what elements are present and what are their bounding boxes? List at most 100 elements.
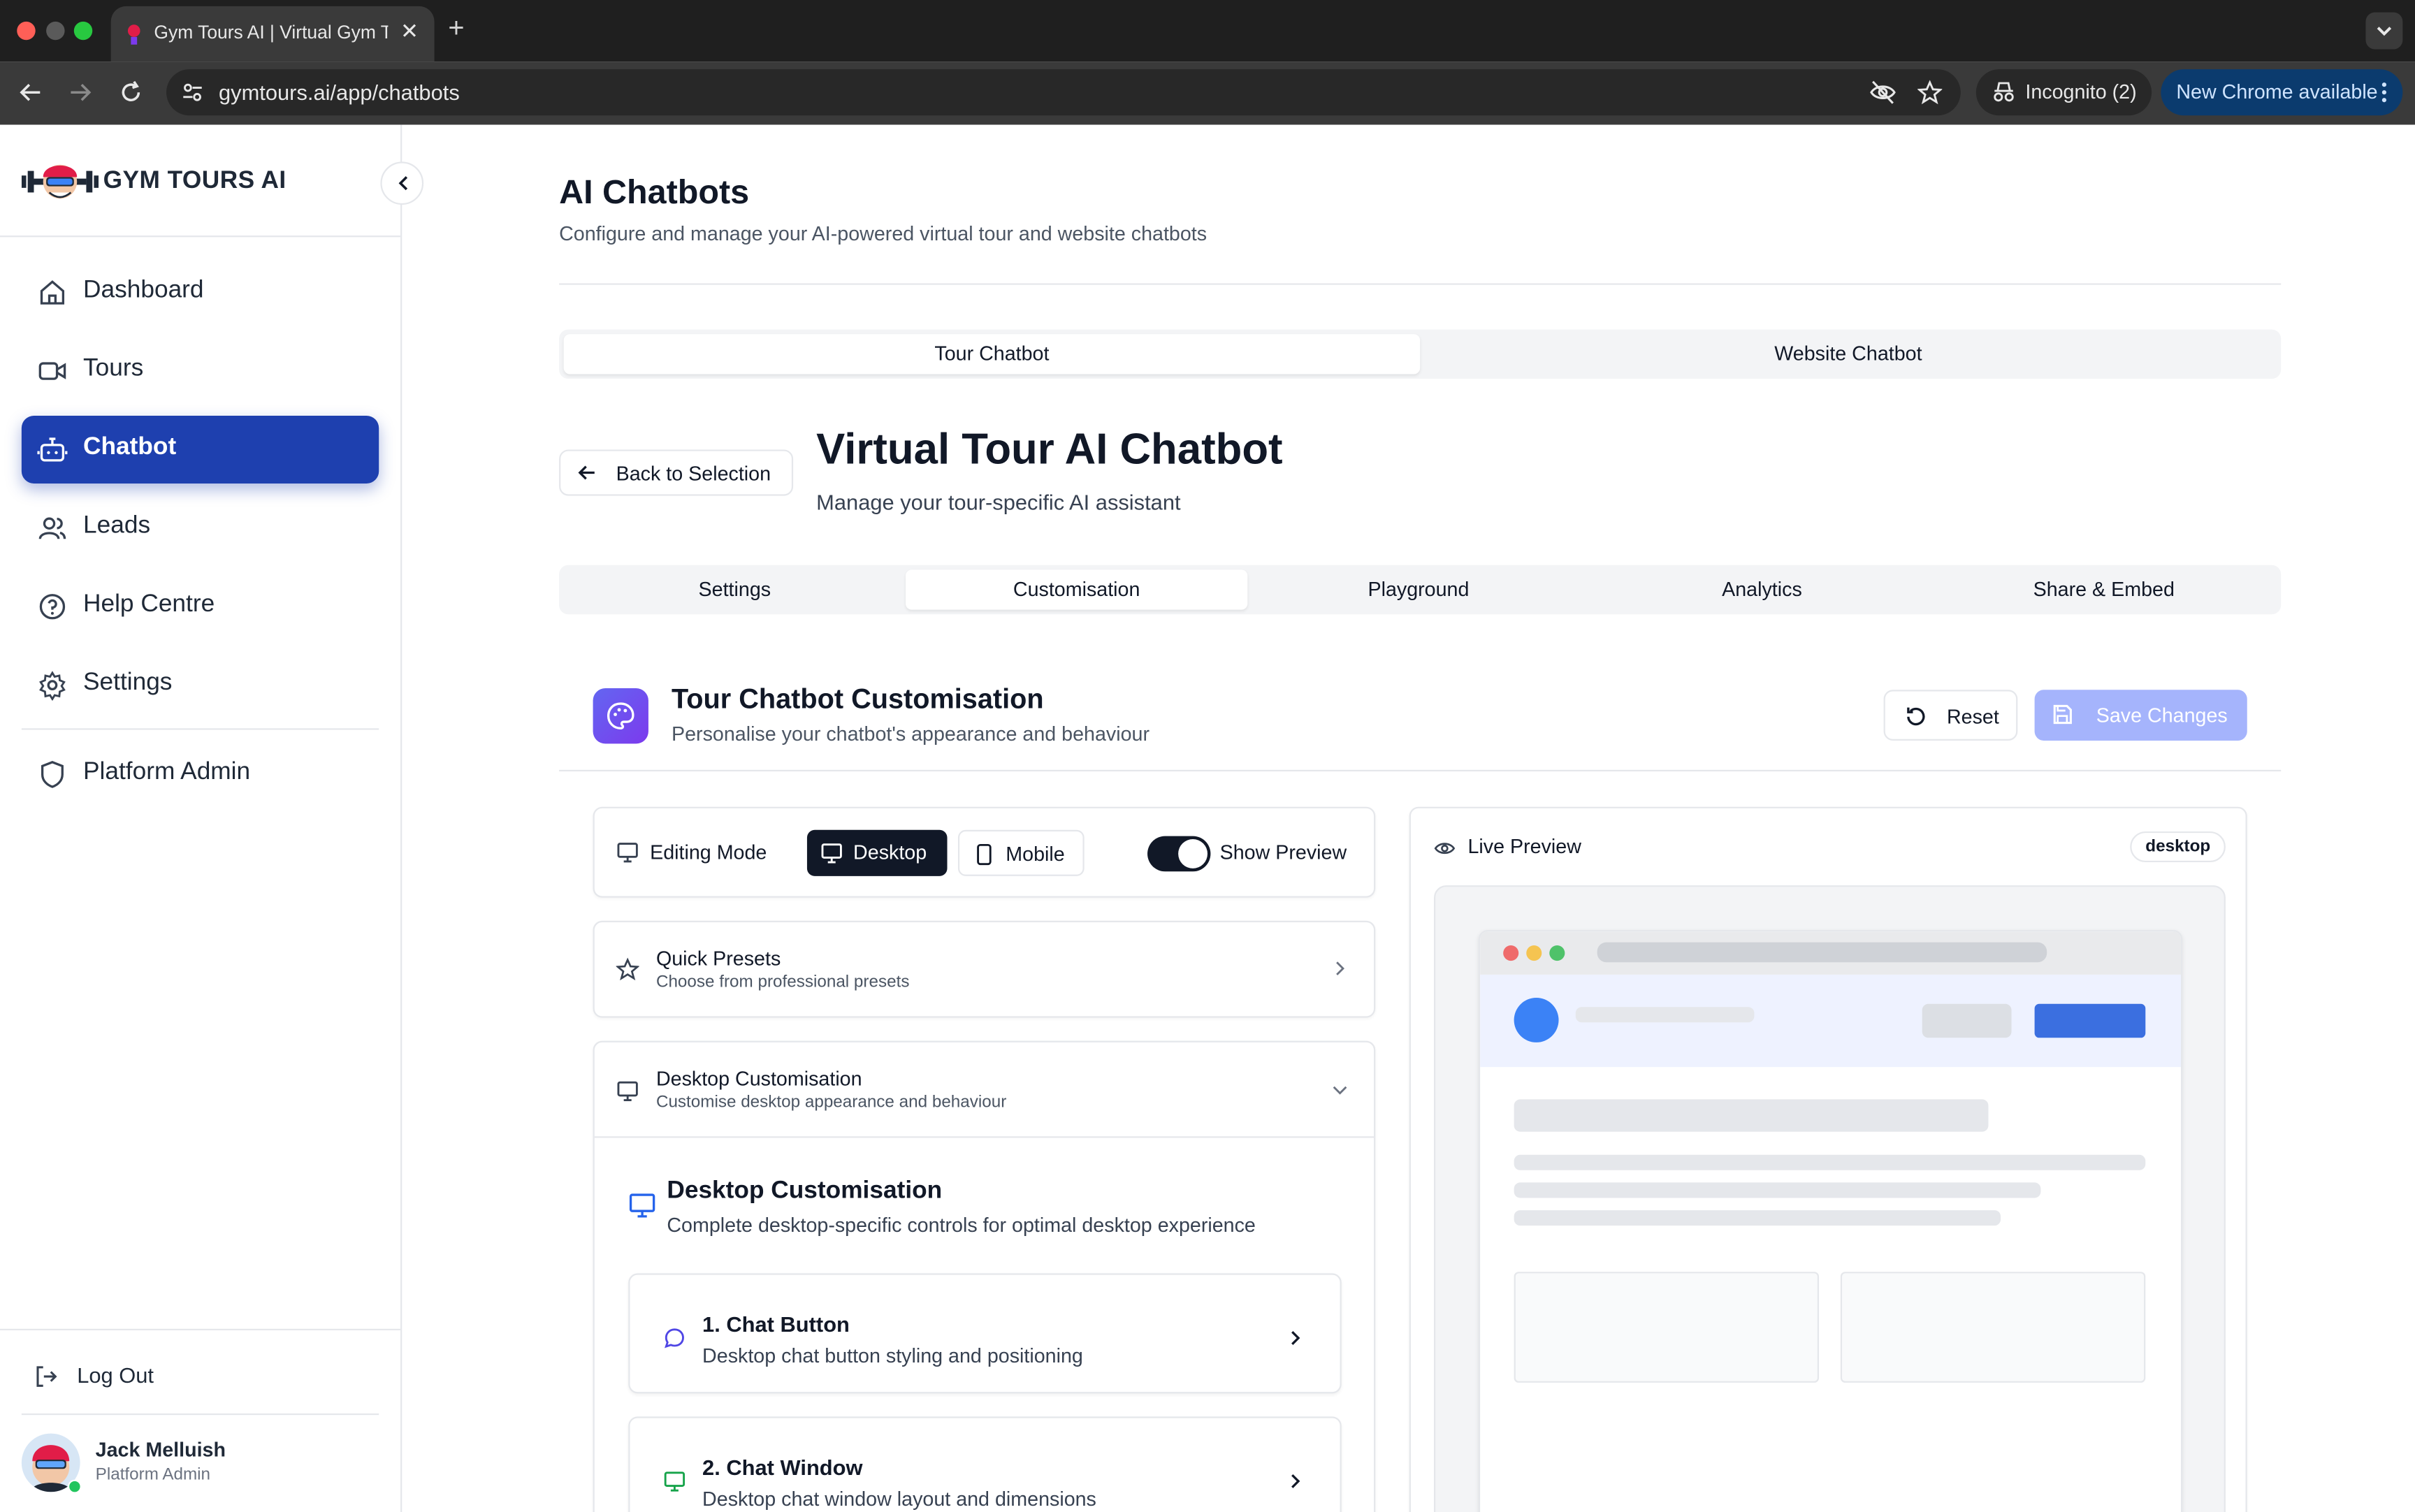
sidebar-item-label: Tours xyxy=(83,356,144,382)
editing-mode-card: Editing Mode Desktop Mobile Show Preview xyxy=(593,806,1376,898)
log-out-icon xyxy=(36,1366,57,1387)
tab-tour-chatbot[interactable]: Tour Chatbot xyxy=(563,334,1421,375)
show-preview-label: Show Preview xyxy=(1219,841,1347,864)
sidebar-item-label: Chatbot xyxy=(83,434,177,460)
tab-customisation[interactable]: Customisation xyxy=(906,569,1248,610)
site-info-icon[interactable] xyxy=(182,82,203,103)
desktop-mode-button[interactable]: Desktop xyxy=(806,829,948,876)
monitor-icon xyxy=(664,1471,686,1492)
new-tab-button[interactable]: + xyxy=(448,13,464,45)
desktop-customisation-header[interactable]: Desktop Customisation Customise desktop … xyxy=(594,1042,1375,1138)
quick-presets-subtitle: Choose from professional presets xyxy=(655,973,910,992)
gym-mascot-logo-icon xyxy=(21,164,99,199)
sidebar-item-platform-admin[interactable]: Platform Admin xyxy=(22,741,379,808)
mock-skeleton xyxy=(1575,1007,1755,1023)
back-arrow-icon[interactable] xyxy=(18,80,43,105)
tab-website-chatbot[interactable]: Website Chatbot xyxy=(1420,334,2276,374)
reset-button[interactable]: Reset xyxy=(1883,690,2018,741)
message-circle-icon xyxy=(665,1328,684,1349)
mock-card xyxy=(1840,1272,2146,1383)
preview-stage xyxy=(1434,885,2226,1512)
tab-settings[interactable]: Settings xyxy=(564,569,906,609)
quick-presets-card[interactable]: Quick Presets Choose from professional p… xyxy=(593,920,1376,1018)
desktop-section-heading: Desktop Customisation xyxy=(667,1177,943,1205)
customisation-divider xyxy=(559,769,2282,772)
eye-icon xyxy=(1434,843,1456,855)
star-icon xyxy=(616,957,639,981)
tab-share-embed[interactable]: Share & Embed xyxy=(1933,569,2275,609)
chat-button-section[interactable]: 1. Chat Button Desktop chat button styli… xyxy=(628,1273,1342,1394)
browser-tab[interactable]: Gym Tours AI | Virtual Gym Tours ✕ xyxy=(110,6,435,62)
desktop-mode-label: Desktop xyxy=(853,841,927,864)
save-changes-label: Save Changes xyxy=(2096,704,2228,727)
chat-button-subtitle: Desktop chat button styling and position… xyxy=(702,1344,1083,1367)
chevron-left-icon xyxy=(398,176,408,191)
sidebar: GYM TOURS AI Dashboard Tours Chatbot Lea… xyxy=(0,124,424,1512)
save-icon xyxy=(2053,704,2072,725)
tab-playground[interactable]: Playground xyxy=(1247,569,1589,609)
app-logo[interactable]: GYM TOURS AI xyxy=(21,159,299,205)
show-preview-toggle[interactable] xyxy=(1147,836,1211,872)
logout-button[interactable]: Log Out xyxy=(34,1360,218,1393)
maximize-window-button[interactable] xyxy=(73,21,93,41)
user-profile[interactable]: Jack Melluish Platform Admin xyxy=(21,1433,379,1495)
live-preview-label: Live Preview xyxy=(1467,834,1581,858)
sidebar-item-chatbot[interactable]: Chatbot xyxy=(21,415,379,484)
arrow-left-icon xyxy=(578,465,595,480)
reload-icon[interactable] xyxy=(119,80,143,105)
tab-analytics[interactable]: Analytics xyxy=(1591,569,1933,609)
customisation-subtitle: Personalise your chatbot's appearance an… xyxy=(671,722,1150,746)
save-changes-button[interactable]: Save Changes xyxy=(2034,690,2247,741)
mock-dot xyxy=(1503,945,1519,961)
chevron-down-icon xyxy=(2377,27,2392,36)
close-window-button[interactable] xyxy=(17,21,36,41)
sidebar-item-label: Leads xyxy=(83,512,151,539)
mock-skeleton xyxy=(1922,1003,2012,1038)
address-url: gymtours.ai/app/chatbots xyxy=(218,80,460,105)
logout-label: Log Out xyxy=(77,1362,154,1388)
mobile-mode-button[interactable]: Mobile xyxy=(957,829,1085,876)
toggle-knob xyxy=(1178,838,1208,868)
reset-label: Reset xyxy=(1946,705,1999,729)
back-to-selection-button[interactable]: Back to Selection xyxy=(559,449,794,496)
eye-off-icon[interactable] xyxy=(1870,80,1896,105)
chevron-down-icon xyxy=(1333,1086,1347,1095)
mock-cta-button xyxy=(2034,1003,2146,1038)
chatbot-subtitle: Manage your tour-specific AI assistant xyxy=(816,489,1181,515)
chat-window-subtitle: Desktop chat window layout and dimension… xyxy=(702,1487,1096,1511)
desktop-section-description: Complete desktop-specific controls for o… xyxy=(667,1213,1256,1237)
forward-arrow-icon[interactable] xyxy=(68,80,92,105)
sidebar-item-settings[interactable]: Settings xyxy=(22,651,379,719)
sidebar-item-help-centre[interactable]: Help Centre xyxy=(22,573,379,641)
more-vert-icon[interactable] xyxy=(2379,80,2388,105)
address-bar[interactable]: gymtours.ai/app/chatbots xyxy=(166,69,1961,116)
mock-site-header xyxy=(1480,974,2181,1068)
sidebar-divider xyxy=(21,728,379,730)
chat-window-section[interactable]: 2. Chat Window Desktop chat window layou… xyxy=(628,1416,1342,1512)
tab-search-button[interactable] xyxy=(2365,12,2403,50)
sidebar-item-dashboard[interactable]: Dashboard xyxy=(22,259,379,326)
sidebar-item-tours[interactable]: Tours xyxy=(22,337,379,405)
mock-dot xyxy=(1549,945,1565,961)
sidebar-divider xyxy=(0,235,401,238)
update-chrome-button[interactable]: New Chrome available xyxy=(2161,69,2403,116)
collapse-sidebar-button[interactable] xyxy=(380,161,424,205)
sidebar-item-leads[interactable]: Leads xyxy=(22,494,379,562)
close-tab-icon[interactable]: ✕ xyxy=(400,18,419,44)
user-role: Platform Admin xyxy=(95,1465,211,1485)
mock-skeleton xyxy=(1514,1182,2041,1198)
incognito-icon xyxy=(1994,82,2014,102)
star-bookmark-icon[interactable] xyxy=(1917,80,1943,105)
online-status-dot xyxy=(67,1479,82,1494)
shield-icon xyxy=(41,761,64,788)
home-icon xyxy=(40,280,65,305)
sidebar-divider xyxy=(0,1328,401,1330)
chevron-right-icon xyxy=(1291,1474,1300,1488)
sidebar-item-label: Settings xyxy=(83,669,173,697)
incognito-indicator[interactable]: Incognito (2) xyxy=(1975,69,2152,116)
mock-card xyxy=(1514,1272,1820,1383)
minimize-window-button[interactable] xyxy=(46,21,65,41)
monitor-icon xyxy=(617,843,638,863)
bot-icon xyxy=(37,437,68,462)
favicon-icon xyxy=(127,24,140,45)
